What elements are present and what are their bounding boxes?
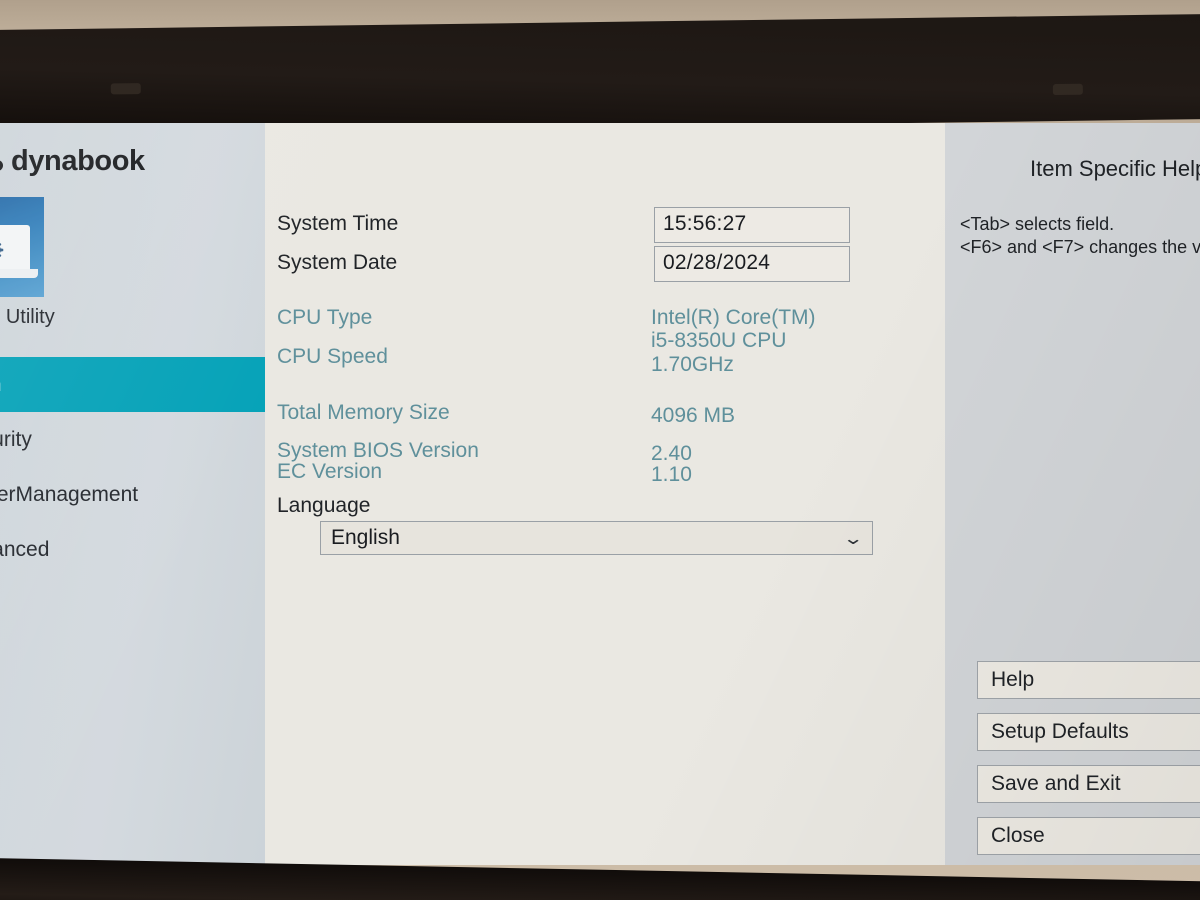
sidebar-item-label: PowerManagement (0, 482, 139, 506)
photo-scene: dynabook Setup Utility Main (0, 0, 1200, 900)
total-memory-size-value: 4096 MB (651, 404, 736, 427)
close-button-label: Close (991, 824, 1045, 847)
brand-name: dynabook (11, 145, 145, 177)
system-time-label: System Time (277, 212, 399, 235)
sidebar-item-label: Security (0, 427, 32, 451)
setup-defaults-button-label: Setup Defaults (991, 720, 1129, 743)
bezel-bumper-left (110, 83, 141, 95)
cpu-speed-value: 1.70GHz (651, 353, 734, 376)
brand-logo: dynabook (0, 145, 145, 178)
action-buttons: Help [F1] Setup Defaults [F9] Save and E… (977, 661, 1200, 865)
sidebar: dynabook Setup Utility Main (0, 123, 265, 865)
help-panel-title: Item Specific Help (1030, 156, 1200, 181)
cpu-speed-label: CPU Speed (277, 345, 388, 368)
save-and-exit-button[interactable]: Save and Exit [F10] (977, 765, 1200, 803)
system-date-label: System Date (277, 251, 398, 274)
laptop-top-bezel (0, 13, 1200, 135)
chevron-down-icon: ⌄ (842, 528, 864, 548)
sidebar-item-main[interactable]: Main (0, 357, 265, 412)
row-cpu-type: CPU Type (277, 306, 372, 330)
brand-dot-icon (0, 159, 3, 171)
sidebar-item-label: Advanced (0, 537, 50, 561)
row-language: Language (277, 494, 370, 518)
laptop-screen: dynabook Setup Utility Main (0, 123, 1200, 865)
row-system-date: System Date (277, 251, 397, 275)
item-specific-help-panel: Item Specific Help <Tab> selects field. … (945, 123, 1200, 865)
language-label: Language (277, 494, 371, 517)
gear-icon (0, 242, 4, 258)
help-panel-text: <Tab> selects field. <F6> and <F7> chang… (960, 214, 1200, 257)
cpu-type-value-line2: i5-8350U CPU (651, 329, 787, 352)
row-cpu-speed: CPU Speed (277, 345, 388, 369)
ec-version-label: EC Version (277, 460, 383, 483)
app-icon (0, 197, 44, 297)
sidebar-item-label: Main (0, 373, 2, 397)
sidebar-item-security[interactable]: Security (0, 412, 265, 467)
main-panel: System Time 15:56:27 System Date 02/28/2… (265, 123, 945, 865)
save-and-exit-button-label: Save and Exit (991, 772, 1121, 795)
sidebar-title: Setup Utility (0, 306, 55, 328)
help-button[interactable]: Help [F1] (977, 661, 1200, 699)
close-button[interactable]: Close [Esc] (977, 817, 1200, 855)
row-ec-version: EC Version (277, 460, 382, 484)
system-time-input[interactable]: 15:56:27 (654, 207, 850, 243)
bezel-bumper-right (1052, 83, 1083, 96)
sidebar-menu: Main Security PowerManagement Advanced (0, 357, 265, 577)
language-select[interactable]: English ⌄ (320, 521, 873, 555)
cpu-type-label: CPU Type (277, 306, 373, 329)
sidebar-item-advanced[interactable]: Advanced (0, 522, 265, 577)
total-memory-size-label: Total Memory Size (277, 401, 450, 424)
row-system-time: System Time (277, 212, 398, 236)
help-button-label: Help (991, 668, 1035, 691)
row-total-memory-size: Total Memory Size (277, 401, 450, 425)
language-selected-value: English (331, 526, 400, 549)
setup-defaults-button[interactable]: Setup Defaults [F9] (977, 713, 1200, 751)
system-date-input[interactable]: 02/28/2024 (654, 246, 850, 282)
ec-version-value: 1.10 (651, 463, 692, 486)
laptop-base-shape (0, 269, 38, 278)
cpu-type-value-line1: Intel(R) Core(TM) (651, 306, 816, 329)
sidebar-item-powermanagement[interactable]: PowerManagement (0, 467, 265, 522)
